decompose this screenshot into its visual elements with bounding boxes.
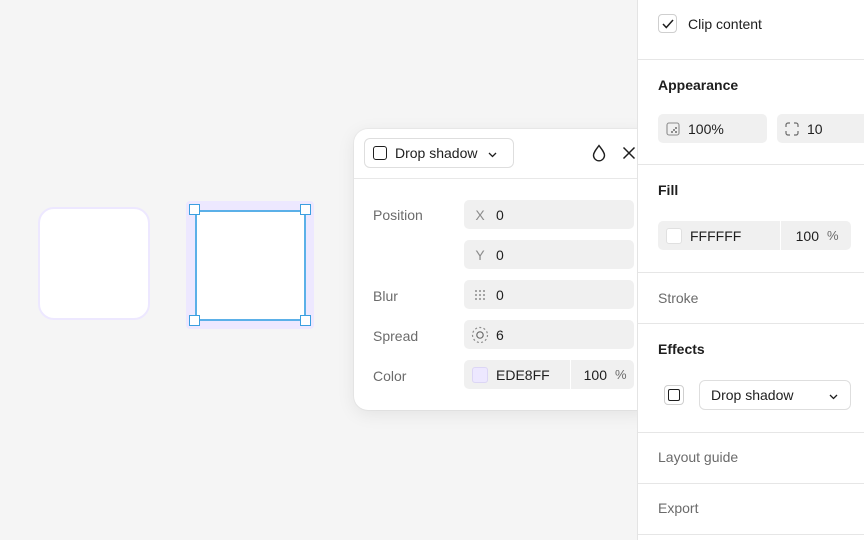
- spread-value: 6: [496, 326, 504, 343]
- color-label: Color: [373, 368, 407, 384]
- resize-handle-top-left[interactable]: [189, 204, 200, 215]
- percent-sign: %: [827, 228, 839, 243]
- popover-header: Drop shadow: [354, 129, 654, 179]
- spread-icon: [464, 326, 496, 344]
- effect-type-dropdown[interactable]: Drop shadow: [364, 138, 514, 168]
- resize-handle-bottom-right[interactable]: [300, 315, 311, 326]
- position-label: Position: [373, 207, 423, 223]
- appearance-title: Appearance: [658, 77, 739, 93]
- y-prefix: Y: [475, 246, 485, 263]
- spread-label: Spread: [373, 328, 419, 344]
- fill-color-input[interactable]: FFFFFF 100 %: [658, 221, 851, 250]
- effect-settings-popover: Drop shadow Position X 0 Y 0 Blur 0 Spre…: [354, 129, 654, 410]
- divider: [638, 534, 864, 535]
- corner-radius-input[interactable]: 10: [777, 114, 864, 143]
- shadow-color-hex: EDE8FF: [496, 366, 550, 383]
- effect-type-dropdown[interactable]: Drop shadow: [699, 380, 851, 410]
- opacity-value: 100%: [688, 120, 724, 137]
- divider: [638, 272, 864, 273]
- blur-input[interactable]: 0: [464, 280, 634, 309]
- shadow-y-value: 0: [496, 246, 504, 263]
- frame-selected[interactable]: [195, 210, 306, 321]
- effect-type-label: Drop shadow: [711, 387, 794, 403]
- effect-visibility-toggle[interactable]: [664, 385, 684, 405]
- corner-radius-value: 10: [807, 120, 823, 137]
- opacity-input[interactable]: 100%: [658, 114, 767, 143]
- droplet-icon[interactable]: [588, 142, 610, 164]
- opacity-icon: [658, 121, 688, 136]
- checkmark-icon: [661, 19, 674, 29]
- shadow-y-input[interactable]: Y 0: [464, 240, 634, 269]
- clip-content-label: Clip content: [688, 16, 762, 32]
- clip-content-checkbox[interactable]: [658, 14, 677, 33]
- divider: [638, 323, 864, 324]
- export-title[interactable]: Export: [658, 500, 698, 516]
- drop-shadow-icon: [668, 389, 680, 401]
- shadow-x-value: 0: [496, 206, 504, 223]
- fill-opacity-value: 100: [795, 227, 819, 244]
- divider: [638, 59, 864, 60]
- blur-value: 0: [496, 286, 504, 303]
- spread-input[interactable]: 6: [464, 320, 634, 349]
- x-prefix: X: [475, 206, 485, 223]
- resize-handle-bottom-left[interactable]: [189, 315, 200, 326]
- chevron-down-icon: [829, 387, 838, 403]
- color-swatch[interactable]: [464, 366, 496, 383]
- shadow-color-opacity: 100: [583, 366, 607, 383]
- fill-title: Fill: [658, 182, 679, 198]
- divider: [638, 432, 864, 433]
- shadow-color-input[interactable]: EDE8FF 100 %: [464, 360, 634, 389]
- percent-sign: %: [615, 367, 627, 382]
- resize-handle-top-right[interactable]: [300, 204, 311, 215]
- corner-radius-icon: [777, 121, 807, 136]
- blur-label: Blur: [373, 288, 398, 304]
- stroke-title[interactable]: Stroke: [658, 290, 698, 306]
- effects-title: Effects: [658, 341, 705, 357]
- properties-panel: Clip content Appearance 100% 10 Fill FFF…: [637, 0, 864, 540]
- drop-shadow-icon: [373, 146, 387, 160]
- blur-icon: [464, 289, 496, 301]
- divider: [638, 483, 864, 484]
- frame-rounded[interactable]: [38, 207, 150, 320]
- chevron-down-icon: [488, 145, 497, 161]
- effect-type-label: Drop shadow: [395, 145, 478, 161]
- layout-guide-title[interactable]: Layout guide: [658, 449, 738, 465]
- fill-hex-value: FFFFFF: [690, 227, 742, 244]
- fill-color-swatch[interactable]: [658, 227, 690, 244]
- divider: [638, 164, 864, 165]
- shadow-x-input[interactable]: X 0: [464, 200, 634, 229]
